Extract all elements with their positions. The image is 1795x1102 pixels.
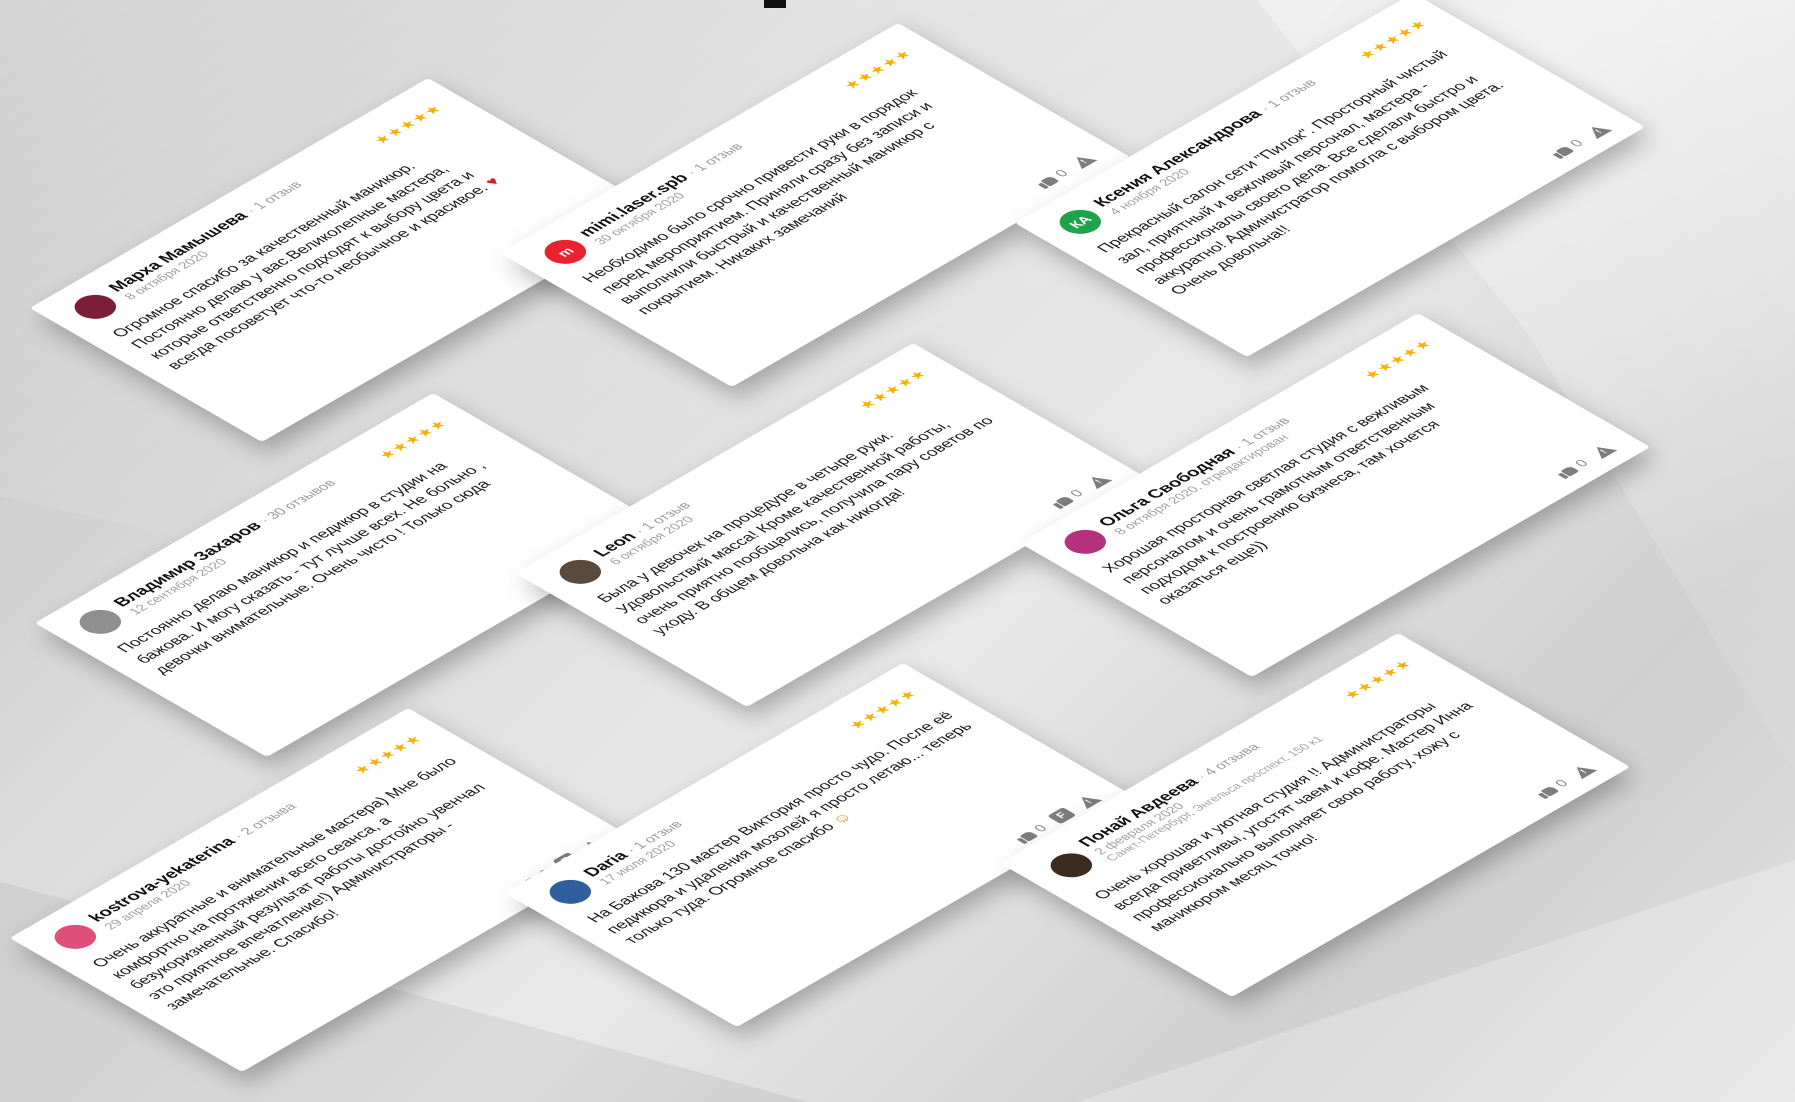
thumbs-up-icon [1549, 144, 1575, 159]
avatar[interactable]: КА [1051, 205, 1110, 239]
thumbs-up-icon [1049, 494, 1075, 509]
like-button[interactable]: 0 [1553, 457, 1592, 479]
review-emoji: ☺ [827, 810, 857, 827]
like-button[interactable]: 0 [1548, 137, 1587, 159]
top-mark [764, 0, 786, 8]
report-icon[interactable] [1568, 762, 1598, 779]
review-card: m mimi.laser.spb · 1 отзыв 30 октября 20… [499, 22, 1131, 388]
avatar[interactable] [46, 920, 105, 954]
like-button[interactable]: 0 [1048, 487, 1087, 509]
avatar[interactable] [1042, 848, 1101, 883]
review-body: На Бажова 130 мастер Виктория просто чуд… [584, 709, 977, 947]
avatar[interactable]: m [536, 235, 595, 269]
report-icon[interactable] [1068, 152, 1098, 169]
report-icon[interactable] [1583, 122, 1613, 139]
avatar[interactable] [551, 555, 610, 589]
thumbs-up-icon [1554, 464, 1580, 479]
avatar[interactable] [541, 875, 600, 909]
thumbs-up-icon [1034, 174, 1060, 189]
review-card: Понай Авдеева · 4 отзыва 2 февраля 2020 … [999, 632, 1631, 998]
avatar[interactable] [66, 290, 125, 324]
report-icon[interactable] [1083, 472, 1113, 489]
review-card: Ольга Свободная · 1 отзыв 8 октября 2020… [1019, 312, 1651, 678]
review-emoji: ♥ [481, 175, 505, 189]
review-text: На Бажова 130 мастер Виктория просто чуд… [583, 708, 998, 947]
review-text: Постоянно делаю маникюр и педикюр в студ… [113, 438, 528, 677]
report-icon[interactable] [1588, 442, 1618, 459]
review-actions: 0 [1548, 122, 1613, 159]
review-actions: 0 [1553, 442, 1618, 479]
avatar[interactable] [1056, 525, 1115, 559]
avatar-initials: m [553, 244, 578, 260]
avatar[interactable] [71, 605, 130, 639]
review-actions: 0 [1533, 762, 1598, 799]
avatar-initials: КА [1065, 213, 1096, 231]
review-card: КА Ксения Александрова · 1 отзыв 4 ноябр… [1014, 0, 1646, 358]
like-button[interactable]: 0 [1033, 167, 1072, 189]
thumbs-up-icon [1534, 784, 1560, 799]
like-button[interactable]: 0 [1533, 777, 1572, 799]
